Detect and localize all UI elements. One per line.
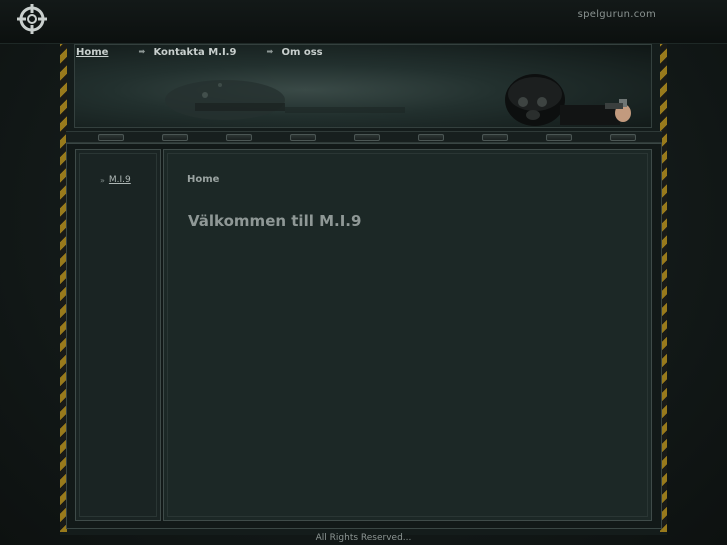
sidebar-item-label[interactable]: M.I.9 [109,175,131,185]
rivet-plate [290,134,316,141]
crosshair-icon[interactable] [16,2,48,34]
footer-text: All Rights Reserved... [315,533,412,543]
rivet-plate [610,134,636,141]
rivet-plate [418,134,444,141]
main-panel [163,149,652,521]
rivet-plate [482,134,508,141]
page: spelgurun.com Home ➡ Kontakta M.I.9 ➡ Om… [0,0,727,545]
rivet-plate [162,134,188,141]
nav-home[interactable]: Home [76,47,108,58]
nav-kontakta[interactable]: Kontakta M.I.9 [153,47,236,58]
double-arrow-icon: » [100,175,105,185]
rivet-strip [66,131,662,143]
rivet-plate [98,134,124,141]
top-bar: spelgurun.com [0,0,727,44]
sidebar-item-mi9[interactable]: » M.I.9 [100,175,131,185]
arrow-right-icon: ➡ [138,47,146,56]
nav-om-oss[interactable]: Om oss [281,47,322,58]
rivet-plate [354,134,380,141]
site-link[interactable]: spelgurun.com [578,9,656,20]
breadcrumb: Home [187,174,220,185]
rivet-plate [226,134,252,141]
rivet-plate [546,134,572,141]
arrow-right-icon: ➡ [266,47,274,56]
sidebar [75,149,161,521]
page-title: Välkommen till M.I.9 [188,212,362,230]
main-nav: Home ➡ Kontakta M.I.9 ➡ Om oss [76,44,323,60]
